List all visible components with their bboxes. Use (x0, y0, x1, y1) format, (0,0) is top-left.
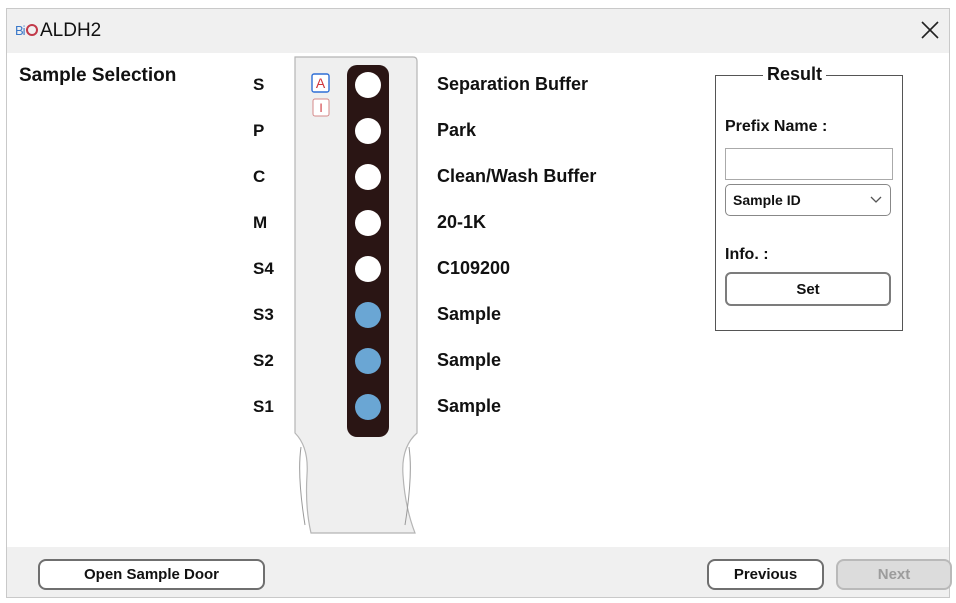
close-icon (921, 21, 939, 39)
window-title: ALDH2 (40, 20, 102, 41)
id-type-selected: Sample ID (733, 192, 801, 208)
open-sample-door-button[interactable]: Open Sample Door (38, 559, 265, 590)
app-logo-icon: Bi (15, 23, 38, 38)
row-description: Clean/Wash Buffer (437, 166, 597, 186)
cartridge-a-badge[interactable]: A (311, 73, 330, 93)
svg-text:I: I (319, 101, 322, 115)
set-button[interactable]: Set (725, 272, 891, 306)
sample-position-dot[interactable] (355, 348, 381, 374)
sample-position-dot[interactable] (355, 210, 381, 236)
row-label: S (253, 75, 265, 94)
close-button[interactable] (915, 15, 945, 45)
row-label: P (253, 121, 265, 140)
row-label: S3 (253, 305, 274, 324)
sample-position-dot[interactable] (355, 394, 381, 420)
row-description: 20-1K (437, 212, 487, 232)
footer-bar: Open Sample Door Previous Next (7, 547, 952, 597)
row-label: S4 (253, 259, 274, 278)
id-type-select[interactable]: Sample ID (725, 184, 891, 216)
row-description: C109200 (437, 258, 511, 278)
title-bar: Bi ALDH2 (7, 9, 949, 53)
page-title: Sample Selection (19, 65, 177, 86)
next-button: Next (836, 559, 952, 590)
info-label: Info. : (725, 246, 769, 263)
row-description: Sample (437, 396, 502, 416)
prefix-name-label: Prefix Name : (725, 118, 828, 135)
row-description: Sample (437, 350, 502, 370)
row-description: Park (437, 120, 477, 140)
result-legend: Result (763, 64, 827, 85)
row-label: M (253, 213, 268, 232)
sample-position-dot[interactable] (355, 164, 381, 190)
row-label: S1 (253, 397, 274, 416)
sample-position-dot[interactable] (355, 118, 381, 144)
sample-cartridge: A I (294, 56, 418, 534)
sample-position-dot[interactable] (355, 256, 381, 282)
row-description: Separation Buffer (437, 74, 589, 94)
main-content: Sample Selection S Separation Buffer P Park… (7, 53, 949, 547)
result-panel: Result Prefix Name : Sample ID Info. : S… (715, 64, 903, 331)
row-label: S2 (253, 351, 274, 370)
prefix-name-input[interactable] (725, 148, 893, 180)
sample-position-dot[interactable] (355, 302, 381, 328)
chevron-down-icon (870, 196, 882, 203)
svg-text:A: A (316, 75, 326, 91)
row-label: C (253, 167, 266, 186)
previous-button[interactable]: Previous (707, 559, 824, 590)
app-window: Bi ALDH2 Sample Selection S Separation Bu… (6, 8, 952, 598)
row-description: Sample (437, 304, 502, 324)
cartridge-i-badge[interactable]: I (312, 98, 330, 117)
sample-position-dot[interactable] (355, 72, 381, 98)
